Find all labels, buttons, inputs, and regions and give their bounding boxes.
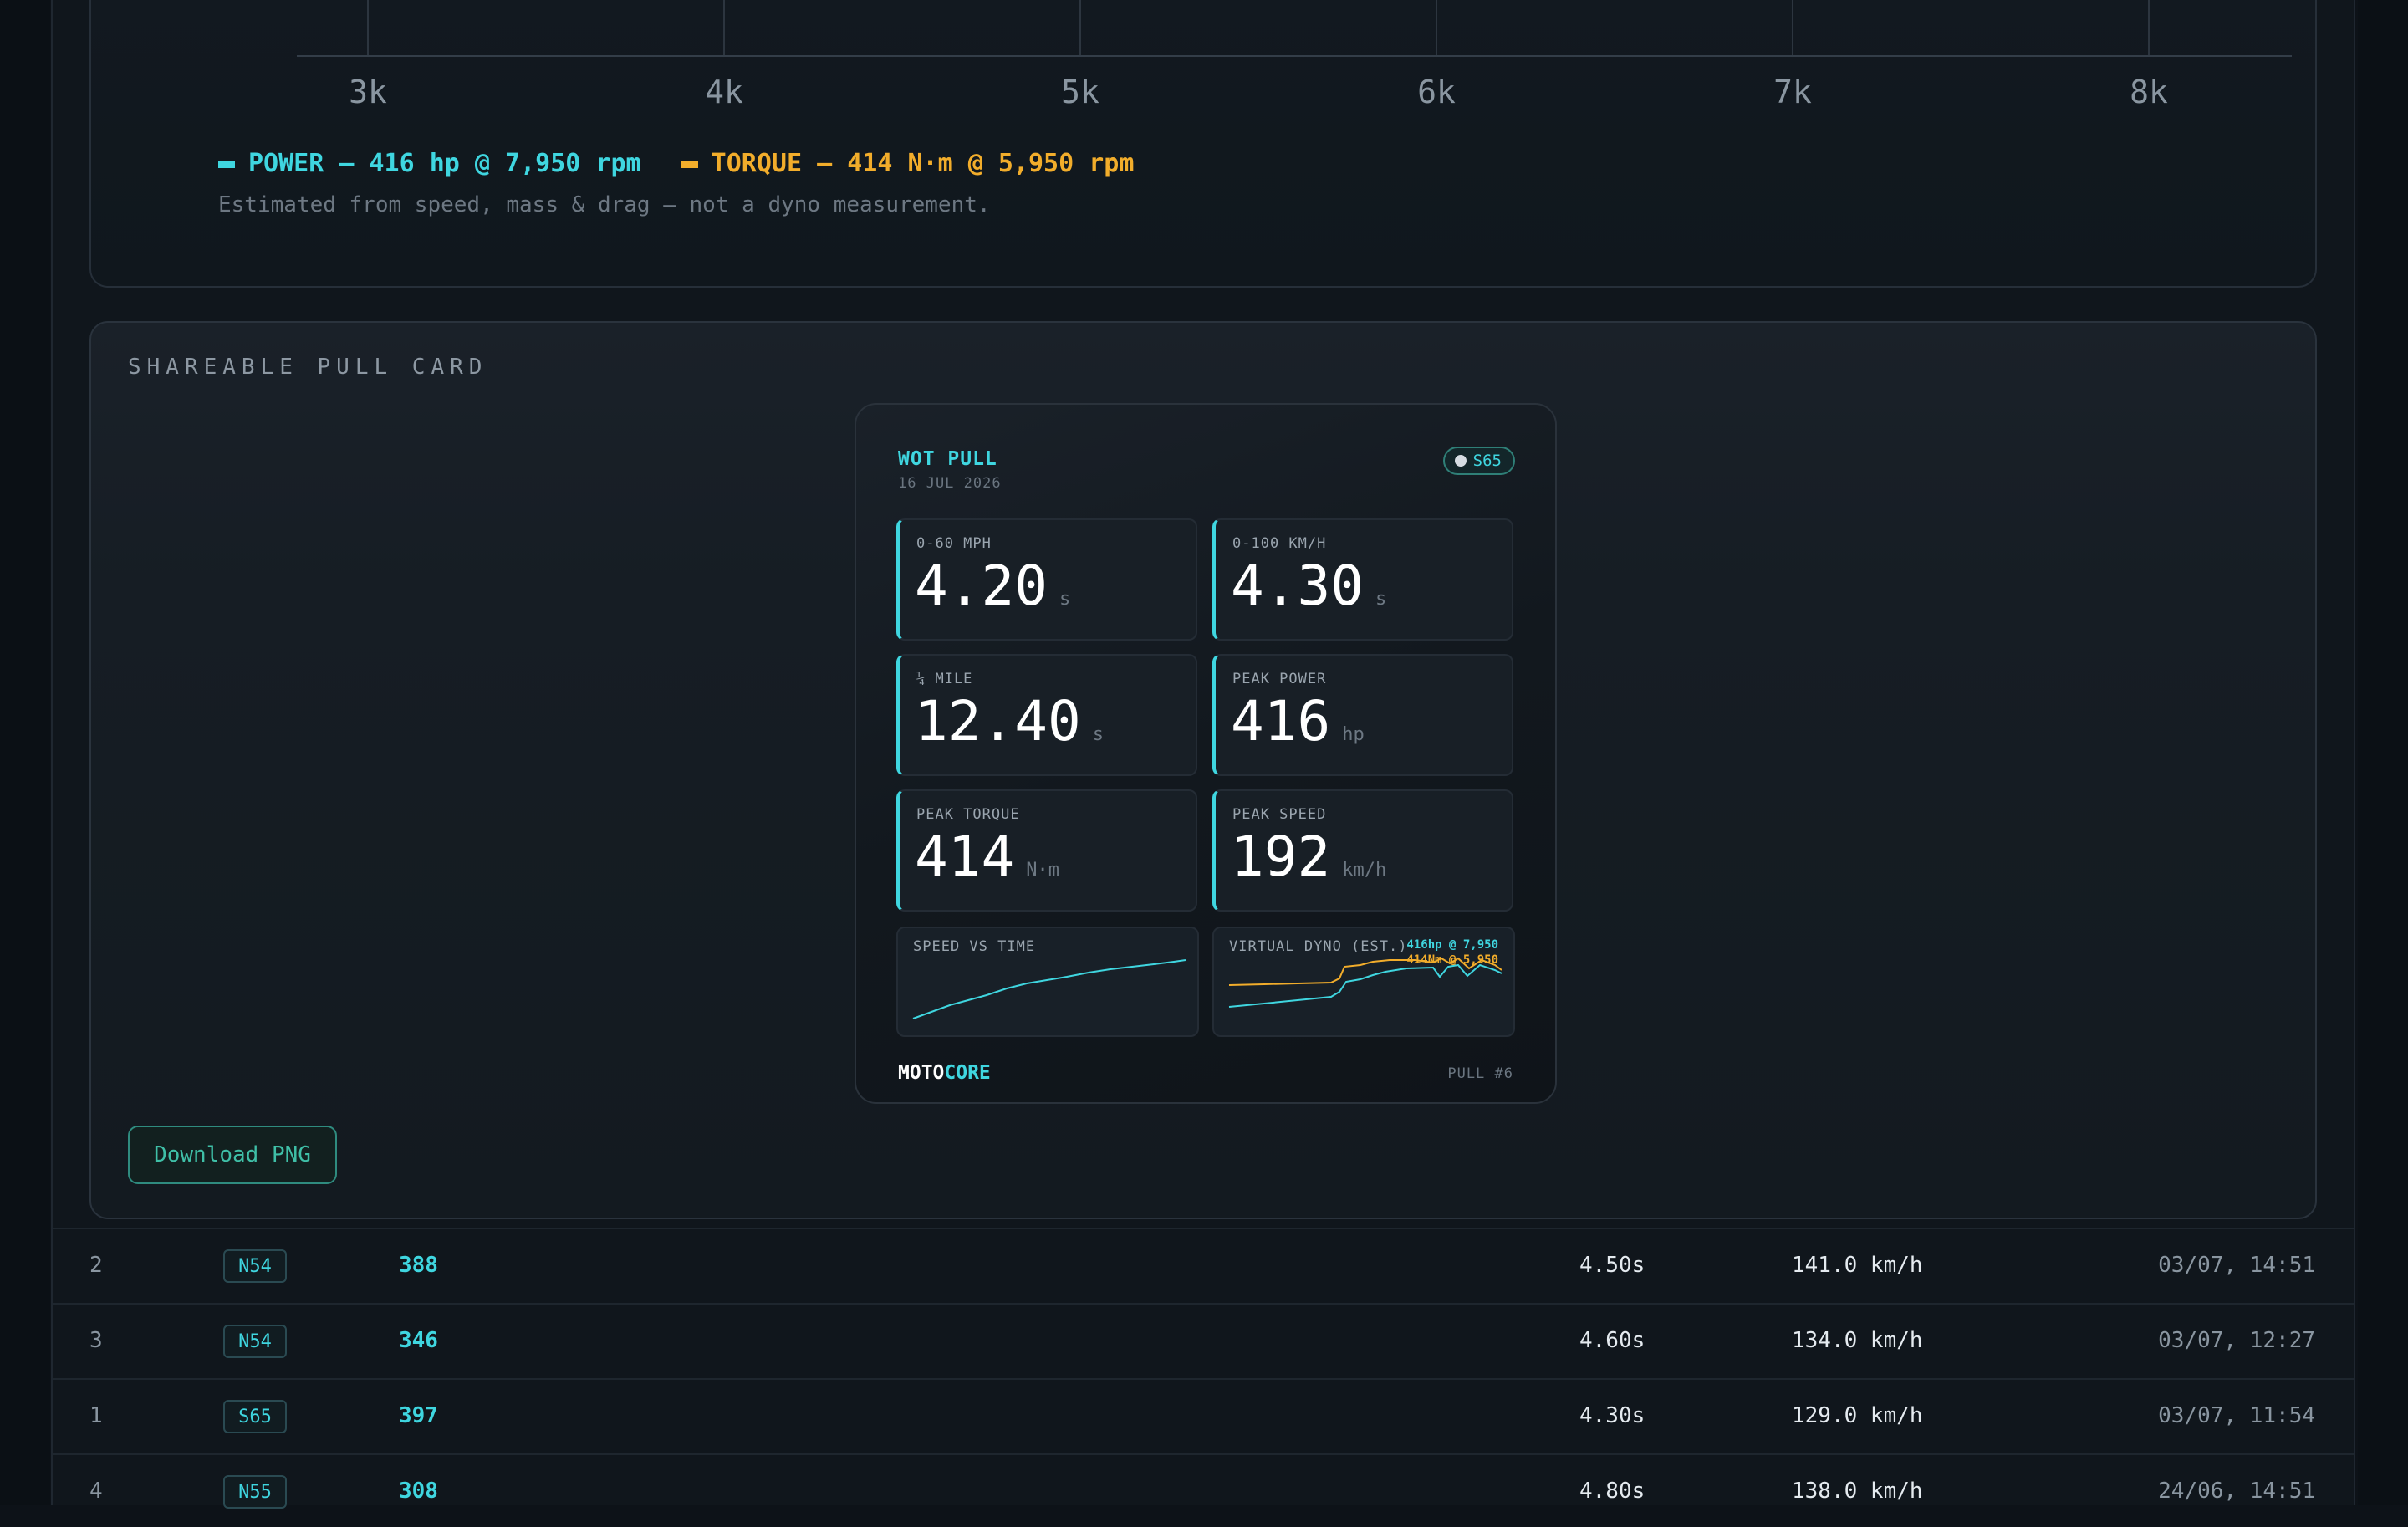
stat-value: 4.30 s	[1231, 554, 1387, 618]
speed-vs-time-chart: SPEED VS TIME	[896, 927, 1199, 1037]
engine-badge: N54	[223, 1249, 287, 1283]
date-cell: 03/07, 11:54	[2158, 1403, 2315, 1428]
dyno-disclaimer: Estimated from speed, mass & drag — not …	[218, 192, 991, 217]
time-cell: 4.30s	[1579, 1403, 1645, 1428]
x-axis	[297, 55, 2292, 57]
power-series-line	[1228, 963, 1502, 1008]
stat-label: ¼ MILE	[916, 671, 973, 687]
power-legend: POWER — 416 hp @ 7,950 rpm	[248, 149, 641, 178]
engine-badge: S65	[223, 1400, 287, 1433]
stat-tile-quarter-mile: ¼ MILE 12.40 s	[896, 654, 1197, 776]
grid-line	[2148, 0, 2150, 57]
grid-line	[1792, 0, 1793, 57]
right-margin	[2358, 0, 2408, 1505]
torque-swatch	[681, 161, 698, 168]
pull-number-cell: 1	[89, 1403, 103, 1428]
speed-cell: 134.0 km/h	[1792, 1328, 1923, 1353]
engine-chip: S65	[1442, 447, 1515, 475]
pull-number-cell: 2	[89, 1253, 103, 1278]
shareable-pull-card-panel: SHAREABLE PULL CARD WOT PULL 16 JUL 2026…	[89, 321, 2317, 1219]
stat-value: 4.20 s	[915, 554, 1071, 618]
speed-cell: 129.0 km/h	[1792, 1403, 1923, 1428]
time-cell: 4.50s	[1579, 1253, 1645, 1278]
dyno-legend: POWER — 416 hp @ 7,950 rpm TORQUE — 414 …	[218, 149, 1134, 178]
stat-label: 0-100 KM/H	[1232, 535, 1327, 552]
x-tick-label: 3k	[349, 74, 387, 110]
x-tick-label: 7k	[1773, 74, 1812, 110]
date-cell: 24/06, 14:51	[2158, 1478, 2315, 1504]
grid-line	[723, 0, 725, 57]
pull-number-cell: 4	[89, 1478, 103, 1504]
time-cell: 4.60s	[1579, 1328, 1645, 1353]
table-row[interactable]: 1 S65 397 4.30s 129.0 km/h 03/07, 11:54	[53, 1378, 2354, 1452]
pull-card: WOT PULL 16 JUL 2026 S65 0-60 MPH 4.20 s …	[855, 403, 1557, 1104]
speed-series-line	[912, 959, 1186, 1019]
grid-line	[367, 0, 369, 57]
brand-logo: MOTOCORE	[898, 1062, 991, 1084]
left-margin	[0, 0, 50, 1505]
stat-label: PEAK SPEED	[1232, 806, 1327, 823]
time-cell: 4.80s	[1579, 1478, 1645, 1504]
speed-cell: 138.0 km/h	[1792, 1478, 1923, 1504]
date-cell: 03/07, 14:51	[2158, 1253, 2315, 1278]
date-cell: 03/07, 12:27	[2158, 1328, 2315, 1353]
table-row[interactable]: 3 N54 346 4.60s 134.0 km/h 03/07, 12:27	[53, 1303, 2354, 1376]
power-swatch	[218, 161, 235, 168]
table-row[interactable]: 2 N54 388 4.50s 141.0 km/h 03/07, 14:51	[53, 1228, 2354, 1301]
speed-cell: 141.0 km/h	[1792, 1253, 1923, 1278]
stat-tile-peak-speed: PEAK SPEED 192 km/h	[1212, 789, 1513, 912]
x-tick-label: 5k	[1061, 74, 1099, 110]
x-tick-label: 6k	[1417, 74, 1456, 110]
stat-tile-0-100: 0-100 KM/H 4.30 s	[1212, 518, 1513, 641]
pull-number: PULL #6	[1447, 1065, 1513, 1082]
pull-number-cell: 3	[89, 1328, 103, 1353]
engine-chip-label: S65	[1472, 452, 1502, 470]
stat-label: PEAK POWER	[1232, 671, 1327, 687]
stat-tile-0-60: 0-60 MPH 4.20 s	[896, 518, 1197, 641]
section-title: SHAREABLE PULL CARD	[128, 355, 488, 380]
engine-badge: N55	[223, 1475, 287, 1509]
dot-icon	[1454, 455, 1467, 467]
virtual-dyno-mini-chart: VIRTUAL DYNO (EST.) 416hp @ 7,950 414Nm …	[1212, 927, 1515, 1037]
card-title: WOT PULL	[898, 448, 997, 470]
stat-tile-peak-power: PEAK POWER 416 hp	[1212, 654, 1513, 776]
stat-value: 416 hp	[1231, 689, 1365, 753]
stat-label: PEAK TORQUE	[916, 806, 1020, 823]
grid-line	[1436, 0, 1437, 57]
card-date: 16 JUL 2026	[898, 475, 1002, 492]
stat-value: 192 km/h	[1231, 825, 1387, 889]
stat-label: 0-60 MPH	[916, 535, 992, 552]
table-row[interactable]: 4 N55 308 4.80s 138.0 km/h 24/06, 14:51	[53, 1453, 2354, 1527]
speed-line-chart	[912, 959, 1186, 1019]
download-png-button[interactable]: Download PNG	[128, 1126, 337, 1184]
power-cell: 388	[399, 1253, 438, 1278]
power-cell: 308	[399, 1478, 438, 1504]
x-tick-label: 8k	[2130, 74, 2168, 110]
torque-legend: TORQUE — 414 N·m @ 5,950 rpm	[711, 149, 1135, 178]
grid-line	[1079, 0, 1081, 57]
x-tick-label: 4k	[705, 74, 743, 110]
power-cell: 397	[399, 1403, 438, 1428]
virtual-dyno-panel: 3k 4k 5k 6k 7k 8k POWER — 416 hp @ 7,950…	[89, 0, 2317, 288]
stat-tile-peak-torque: PEAK TORQUE 414 N·m	[896, 789, 1197, 912]
stat-value: 414 N·m	[915, 825, 1059, 889]
engine-badge: N54	[223, 1325, 287, 1358]
stat-value: 12.40 s	[915, 689, 1104, 753]
torque-series-line	[1228, 957, 1502, 986]
power-cell: 346	[399, 1328, 438, 1353]
dyno-line-chart	[1228, 957, 1502, 1008]
